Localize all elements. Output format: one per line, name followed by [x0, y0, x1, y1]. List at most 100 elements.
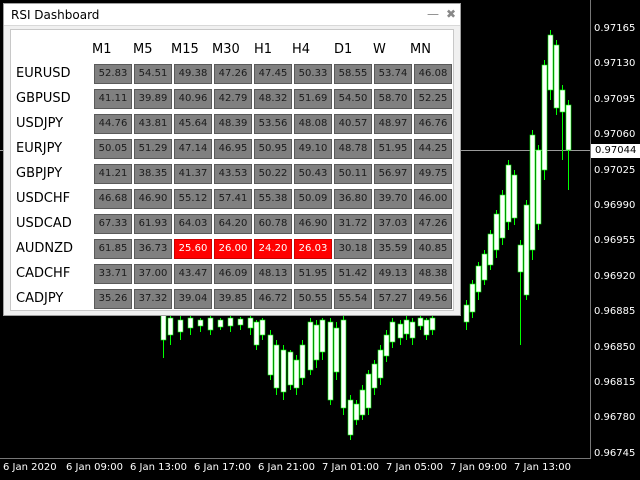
candle-body	[493, 213, 500, 251]
rsi-cell: 50.43	[294, 164, 332, 184]
rsi-cell: 50.33	[294, 64, 332, 84]
candle-body	[389, 321, 396, 343]
rsi-cell: 33.71	[94, 264, 132, 284]
rsi-cell: 46.76	[414, 114, 452, 134]
rsi-cell: 58.70	[374, 89, 412, 109]
symbol-label-cadjpy: CADJPY	[16, 291, 64, 306]
candle-body	[187, 317, 194, 329]
rsi-cell: 46.95	[214, 139, 252, 159]
rsi-cell: 43.53	[214, 164, 252, 184]
minimize-icon[interactable]: —	[425, 6, 441, 22]
candle-body	[353, 403, 360, 421]
rsi-cell: 57.41	[214, 189, 252, 209]
rsi-cell: 37.00	[134, 264, 172, 284]
rsi-dashboard-panel[interactable]: RSI Dashboard — ✖ M1 M5 M15 M30 H1 H4 D1 W MN EUR…	[3, 3, 461, 316]
candle-body	[197, 319, 204, 327]
price-tick-label: 0.96885	[594, 306, 636, 318]
time-tick-label: 7 Jan 05:00	[386, 462, 443, 473]
symbol-label-usdcad: USDCAD	[16, 216, 72, 231]
rsi-cell: 53.56	[254, 114, 292, 134]
candle-body	[371, 363, 378, 389]
rsi-cell: 41.11	[94, 89, 132, 109]
rsi-cell: 51.69	[294, 89, 332, 109]
rsi-cell: 47.45	[254, 64, 292, 84]
rsi-cell: 37.32	[134, 289, 172, 309]
rsi-cell: 26.03	[294, 239, 332, 259]
rsi-cell: 46.72	[254, 289, 292, 309]
rsi-cell: 44.76	[94, 114, 132, 134]
rsi-cell: 48.97	[374, 114, 412, 134]
candle-body	[319, 319, 326, 353]
rsi-cell: 50.95	[254, 139, 292, 159]
rsi-cell: 46.08	[414, 64, 452, 84]
candle-body	[541, 64, 548, 171]
rsi-cell: 40.57	[334, 114, 372, 134]
rsi-cell: 61.85	[94, 239, 132, 259]
rsi-cell: 54.50	[334, 89, 372, 109]
rsi-cell: 39.89	[134, 89, 172, 109]
price-tick-label: 0.96990	[594, 200, 636, 211]
candle-body	[547, 34, 554, 91]
candle-body	[267, 334, 274, 376]
candle-body	[529, 134, 536, 251]
candle-body	[287, 351, 294, 386]
rsi-cell: 54.51	[134, 64, 172, 84]
price-tick-label: 0.97095	[594, 93, 636, 105]
close-icon[interactable]: ✖	[443, 6, 459, 22]
candle-body	[237, 318, 244, 326]
current-price-label: 0.97044	[591, 144, 640, 158]
rsi-cell: 46.00	[414, 189, 452, 209]
candle-body	[505, 164, 512, 223]
time-tick-label: 6 Jan 21:00	[258, 462, 315, 473]
rsi-cell: 49.75	[414, 164, 452, 184]
rsi-cell: 50.05	[94, 139, 132, 159]
candle-body	[423, 319, 430, 336]
rsi-cell: 51.95	[374, 139, 412, 159]
candle-body	[403, 319, 410, 335]
time-tick-label: 6 Jan 17:00	[194, 462, 251, 473]
rsi-cell: 36.73	[134, 239, 172, 259]
rsi-cell: 39.04	[174, 289, 212, 309]
rsi-cell: 41.37	[174, 164, 212, 184]
candle-body	[469, 283, 476, 313]
candle-body	[383, 334, 390, 357]
candle-body	[409, 321, 416, 339]
panel-title: RSI Dashboard	[11, 8, 100, 22]
price-tick-label: 0.97025	[594, 164, 636, 176]
rsi-cell: 43.81	[134, 114, 172, 134]
rsi-cell: 49.38	[174, 64, 212, 84]
candle-body	[253, 321, 260, 346]
candle-body	[481, 253, 488, 281]
rsi-cell: 47.26	[414, 214, 452, 234]
rsi-cell: 58.55	[334, 64, 372, 84]
rsi-cell: 26.00	[214, 239, 252, 259]
rsi-cell: 48.39	[214, 114, 252, 134]
rsi-cell: 48.13	[254, 264, 292, 284]
rsi-cell: 50.55	[294, 289, 332, 309]
symbol-label-eurusd: EURUSD	[16, 66, 71, 81]
rsi-cell: 50.11	[334, 164, 372, 184]
candle-body	[487, 233, 494, 266]
rsi-cell: 55.38	[254, 189, 292, 209]
panel-titlebar[interactable]: RSI Dashboard — ✖	[4, 4, 460, 26]
rsi-cell: 52.83	[94, 64, 132, 84]
time-tick-label: 7 Jan 09:00	[450, 462, 507, 473]
candle-body	[299, 344, 306, 379]
rsi-cell: 35.26	[94, 289, 132, 309]
price-tick-label: 0.96780	[594, 412, 636, 424]
candle-body	[553, 44, 560, 109]
candle-body	[217, 319, 224, 328]
rsi-cell: 44.25	[414, 139, 452, 159]
symbol-label-audnzd: AUDNZD	[16, 241, 74, 256]
rsi-cell: 24.20	[254, 239, 292, 259]
candle-body	[535, 149, 542, 225]
rsi-cell: 48.38	[414, 264, 452, 284]
timeframe-header-w: W	[373, 42, 386, 57]
candle-body	[475, 265, 482, 293]
timeframe-header-m15: M15	[171, 42, 199, 57]
candle-body	[417, 317, 424, 327]
rsi-cell: 61.93	[134, 214, 172, 234]
rsi-cell: 60.78	[254, 214, 292, 234]
symbol-label-cadchf: CADCHF	[16, 266, 71, 281]
rsi-cell: 43.47	[174, 264, 212, 284]
